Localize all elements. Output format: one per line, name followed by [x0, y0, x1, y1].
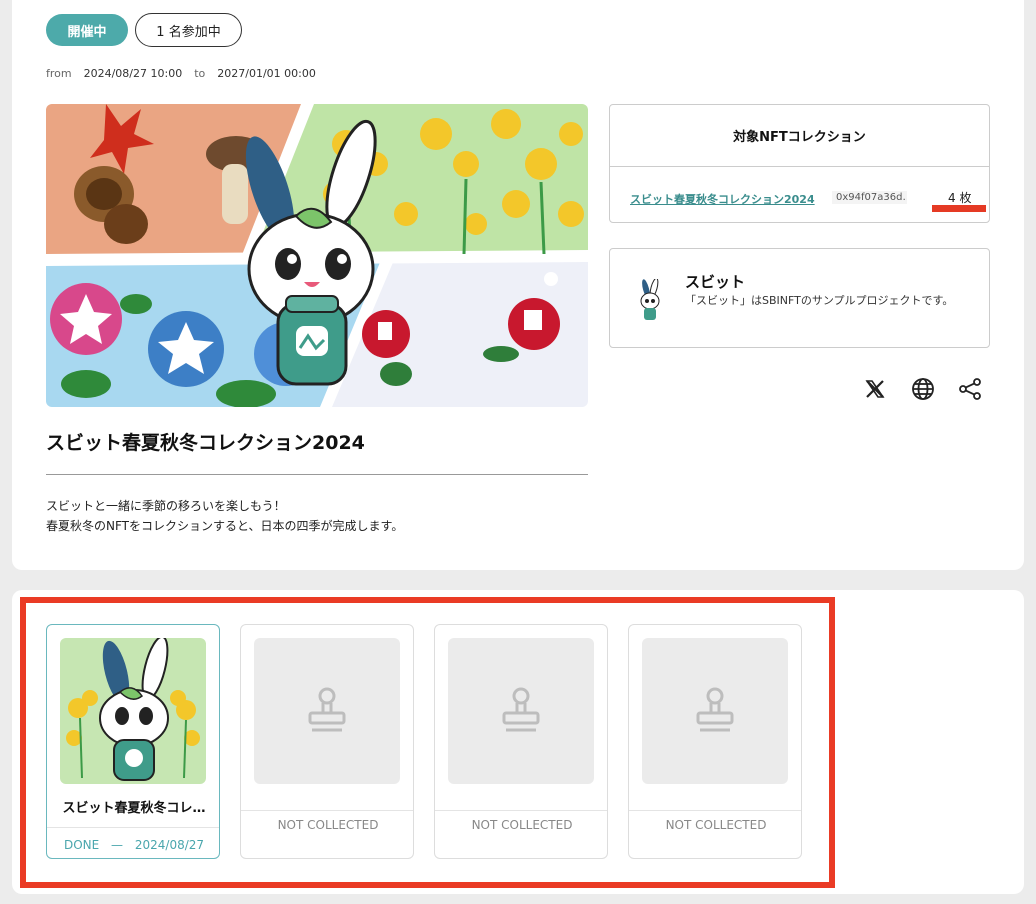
quantity-highlight-marker [932, 205, 986, 212]
globe-icon[interactable] [910, 376, 936, 402]
from-date: 2024/08/27 10:00 [83, 67, 183, 80]
stamp-icon [308, 687, 346, 732]
event-description: スビットと一緒に季節の移ろいを楽しもう！ 春夏秋冬のNFTをコレクションすると、… [46, 496, 403, 536]
stamp-name: スビット春夏秋冬コレ… [62, 801, 206, 816]
stamp-thumbnail [60, 638, 206, 784]
stamp-date: 2024/08/27 [134, 838, 205, 852]
project-name: スビット [685, 273, 746, 291]
collection-heading: 対象NFTコレクション [610, 105, 989, 167]
stamp-card-not-collected[interactable]: NOT COLLECTED [628, 624, 802, 859]
banner-illustration [46, 104, 588, 407]
to-label: to [194, 67, 206, 80]
description-line: スビットと一緒に季節の移ろいを楽しもう！ [46, 499, 286, 513]
stamp-card-not-collected[interactable]: NOT COLLECTED [240, 624, 414, 859]
from-label: from [46, 67, 72, 80]
stamp-placeholder [448, 638, 594, 784]
event-period: from 2024/08/27 10:00 to 2027/01/01 00:0… [46, 67, 328, 80]
share-icon[interactable] [957, 376, 983, 402]
target-collection-panel: 対象NFTコレクション スビット春夏秋冬コレクション2024 0x94f07a3… [609, 104, 990, 223]
stamp-status-label: DONE [63, 838, 100, 852]
stamp-divider [435, 810, 607, 811]
event-title: スビット春夏秋冬コレクション2024 [46, 432, 365, 454]
title-divider [46, 474, 588, 475]
stamp-placeholder [642, 638, 788, 784]
stamp-status: DONE — 2024/08/27 [63, 838, 205, 852]
stamp-card-collected[interactable]: スビット春夏秋冬コレ… DONE — 2024/08/27 [46, 624, 220, 859]
status-badge: 開催中 [46, 14, 128, 46]
collection-quantity: 4 枚 [948, 191, 972, 205]
to-date: 2027/01/01 00:00 [217, 67, 316, 80]
stamp-icon [502, 687, 540, 732]
collection-row: スビット春夏秋冬コレクション2024 0x94f07a36d… 4 枚 [610, 167, 989, 223]
project-description: 「スビット」はSBINFTのサンプルプロジェクトです。 [685, 294, 954, 307]
stamp-status: NOT COLLECTED [471, 818, 573, 832]
collection-link[interactable]: スビット春夏秋冬コレクション2024 [630, 191, 815, 207]
x-logo-icon[interactable] [862, 376, 888, 402]
event-banner-image [46, 104, 588, 407]
stamp-card-not-collected[interactable]: NOT COLLECTED [434, 624, 608, 859]
description-line: 春夏秋冬のNFTをコレクションすると、日本の四季が完成します。 [46, 519, 404, 533]
stamp-placeholder [254, 638, 400, 784]
stamp-divider [241, 810, 413, 811]
stamp-icon [696, 687, 734, 732]
stamp-status: NOT COLLECTED [665, 818, 767, 832]
contract-address[interactable]: 0x94f07a36d… [832, 191, 907, 204]
participants-button[interactable]: 1 名参加中 [135, 13, 242, 47]
project-avatar [640, 279, 660, 320]
stamp-divider [629, 810, 801, 811]
stamp-status: NOT COLLECTED [277, 818, 379, 832]
stamp-divider [47, 827, 219, 828]
project-card[interactable]: スビット 「スビット」はSBINFTのサンプルプロジェクトです。 [609, 248, 990, 348]
